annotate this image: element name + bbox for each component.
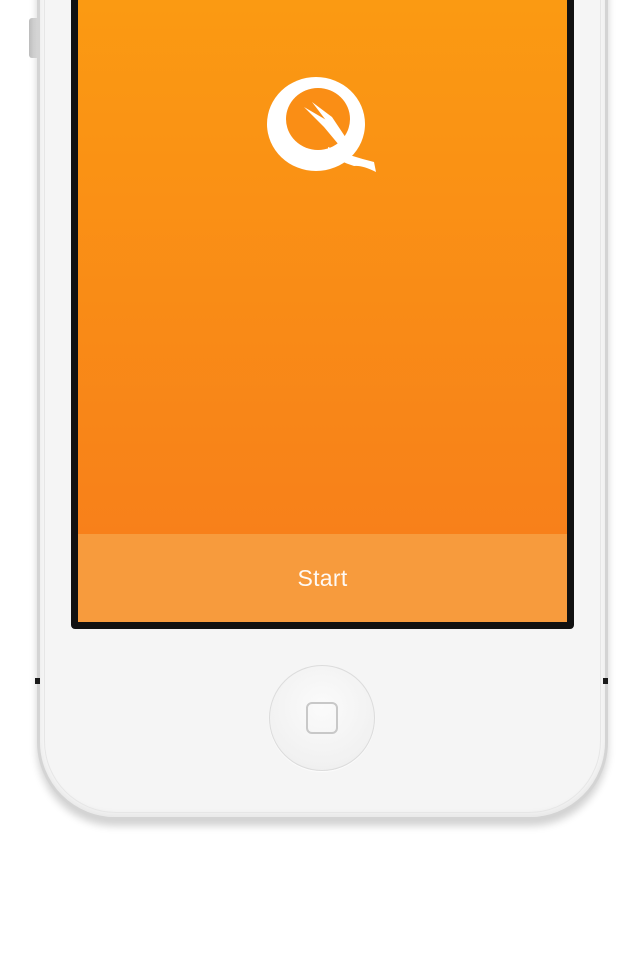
home-button[interactable] — [269, 665, 375, 771]
home-button-square-icon — [306, 702, 338, 734]
device-antenna-band-right — [603, 678, 608, 684]
start-button-label: Start — [297, 564, 348, 591]
q-bird-logo-icon — [267, 77, 376, 172]
app-screen: Start — [78, 0, 567, 622]
mockup-stage: Start — [0, 0, 640, 960]
device-side-button — [29, 18, 37, 58]
device-antenna-band-left — [35, 678, 40, 684]
start-button[interactable]: Start — [78, 534, 567, 622]
